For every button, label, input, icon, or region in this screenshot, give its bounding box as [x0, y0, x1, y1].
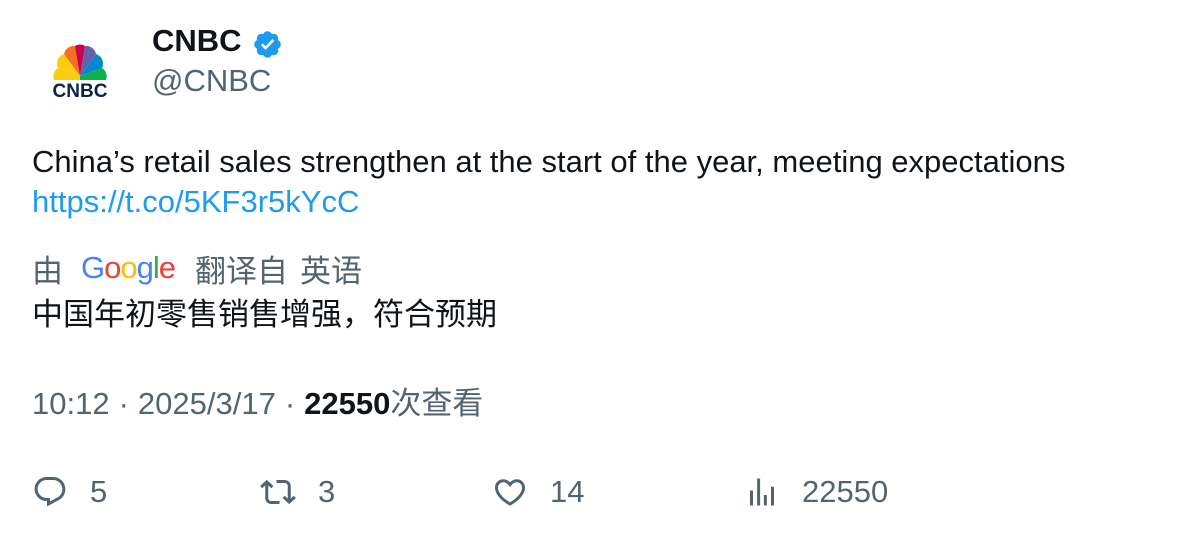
tweet-time[interactable]: 10:12 — [32, 386, 110, 421]
verified-badge-icon — [254, 31, 281, 58]
translation-attribution: 由 Google 翻译自 英语 — [32, 246, 362, 290]
meta-views-count: 22550 — [304, 386, 391, 421]
reply-button[interactable]: 5 — [32, 470, 107, 514]
reply-icon — [34, 477, 66, 507]
meta-separator: · — [284, 386, 296, 421]
tweet-text-body: China’s retail sales strengthen at the s… — [32, 144, 1066, 179]
author-display-name[interactable]: CNBC — [152, 22, 242, 60]
like-count: 14 — [550, 474, 585, 509]
retweet-button[interactable]: 3 — [260, 470, 335, 514]
retweet-count: 3 — [318, 474, 336, 509]
heart-icon — [494, 479, 526, 506]
translated-text: 中国年初零售销售增强，符合预期 — [32, 297, 497, 332]
tweet-meta: 10:12 · 2025/3/17 · 22550次查看 — [32, 384, 483, 424]
tweet-date[interactable]: 2025/3/17 — [138, 386, 276, 421]
translation-source-language: 英语 — [300, 253, 363, 289]
tweet-link[interactable]: https://t.co/5KF3r5kYcC — [32, 182, 1172, 222]
translation-from-label: 翻译自 — [195, 253, 289, 289]
action-bar: 5 3 14 22550 — [32, 470, 1172, 514]
views-button[interactable]: 22550 — [744, 470, 888, 514]
cnbc-logo-text: CNBC — [53, 81, 108, 102]
tweet-card: CNBC CNBC @CNBC China’s retail sales str… — [0, 0, 1196, 538]
meta-separator: · — [118, 386, 129, 421]
cnbc-logo-icon: CNBC — [53, 44, 108, 102]
retweet-icon — [260, 479, 296, 505]
avatar[interactable]: CNBC — [32, 28, 128, 124]
tweet-text: China’s retail sales strengthen at the s… — [32, 142, 1172, 222]
bar-chart-icon — [750, 478, 774, 506]
reply-count: 5 — [90, 474, 108, 509]
google-logo[interactable]: Google — [81, 246, 176, 290]
author-handle[interactable]: @CNBC — [152, 62, 271, 100]
views-count: 22550 — [802, 474, 889, 509]
like-button[interactable]: 14 — [492, 470, 584, 514]
translation-by-label: 由 — [32, 253, 63, 289]
meta-views-suffix: 次查看 — [390, 386, 484, 421]
